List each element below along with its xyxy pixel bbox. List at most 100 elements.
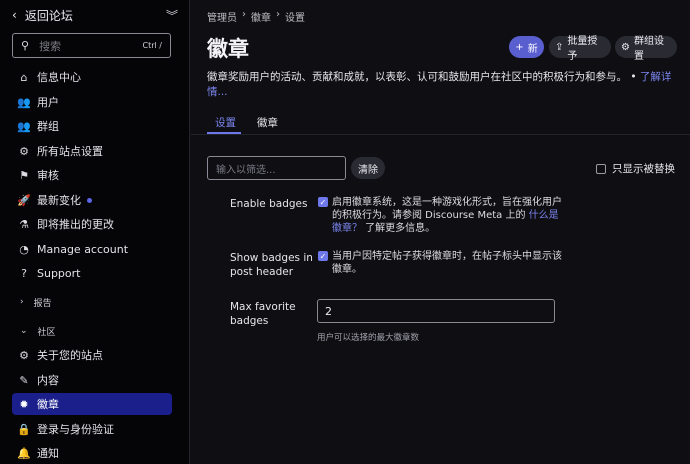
sidebar-item-label: 信息中心 xyxy=(37,71,81,84)
tab-bar: 设置 徽章 xyxy=(207,115,677,135)
bell-icon: 🔔 xyxy=(17,446,31,460)
gear-icon: ⚙ xyxy=(621,41,630,53)
only-overridden-toggle[interactable]: 只显示被替换 xyxy=(596,161,675,176)
gear-icon: ⚙ xyxy=(19,144,29,158)
group-settings-button[interactable]: ⚙ 群组设置 xyxy=(615,36,677,62)
sidebar-item-label: 徽章 xyxy=(37,398,59,411)
sidebar-item-whats-new[interactable]: 🚀 最新变化 xyxy=(12,189,172,211)
users-icon: 👥 xyxy=(17,95,31,109)
description-text: 启用徽章系统，这是一种游戏化形式，旨在强化用户的积极行为。请参阅 Discour… xyxy=(332,197,562,221)
rocket-icon: 🚀 xyxy=(17,193,31,207)
sidebar-section-community[interactable]: ⌄ 社区 xyxy=(20,323,56,339)
sidebar-item-manage-account[interactable]: ◔ Manage account xyxy=(12,238,172,260)
sidebar-item-label: 通知 xyxy=(37,447,59,460)
back-to-forum-label: 返回论坛 xyxy=(24,8,73,23)
pencil-icon: ✎ xyxy=(19,373,29,387)
setting-label-max-favorite-badges: Max favorite badges xyxy=(230,301,296,327)
breadcrumb-badges[interactable]: 徽章 xyxy=(251,9,271,24)
upload-icon: ⇪ xyxy=(555,41,564,53)
show-badges-post-header-checkbox[interactable]: ✓ xyxy=(318,251,328,261)
sidebar-item-label: 群组 xyxy=(37,120,59,133)
sidebar-section-reports[interactable]: › 报告 xyxy=(20,294,52,310)
tab-divider xyxy=(191,134,690,135)
chevron-down-icon: ⌄ xyxy=(20,326,28,336)
breadcrumb-admin[interactable]: 管理员 xyxy=(207,9,237,24)
sidebar-item-users[interactable]: 👥 用户 xyxy=(12,91,172,113)
breadcrumb-settings: 设置 xyxy=(285,13,305,24)
filter-placeholder: 输入以筛选... xyxy=(216,164,276,176)
sidebar-item-label: 最新变化 xyxy=(37,194,81,207)
breadcrumb: 管理员 › 徽章 › 设置 xyxy=(207,9,305,24)
search-placeholder: 搜索 xyxy=(39,39,62,53)
tab-badges[interactable]: 徽章 xyxy=(257,115,278,130)
setting-label-enable-badges: Enable badges xyxy=(230,198,308,210)
back-to-forum-link[interactable]: ‹ 返回论坛 xyxy=(12,7,73,24)
setting-label-show-badges-post-header: Show badges in post header xyxy=(230,252,313,278)
new-badge-label: 新 xyxy=(527,43,538,55)
bulk-award-label: 批量授予 xyxy=(567,36,598,62)
sidebar-item-label: 内容 xyxy=(37,374,59,387)
sidebar-item-label: 用户 xyxy=(37,96,59,109)
page-title: 徽章 xyxy=(207,37,249,61)
sidebar-item-upcoming-changes[interactable]: ⚗ 即将推出的更改 xyxy=(12,213,172,235)
sidebar-item-login-auth[interactable]: 🔒 登录与身份验证 xyxy=(12,418,172,440)
main-content: 管理员 › 徽章 › 设置 徽章 + 新 ⇪ 批量授予 ⚙ 群组设置 徽章奖励用… xyxy=(191,0,690,464)
new-badge-button[interactable]: + 新 xyxy=(509,36,544,58)
section-label: 社区 xyxy=(37,327,56,338)
sidebar-item-label: 即将推出的更改 xyxy=(37,218,114,231)
flask-icon: ⚗ xyxy=(19,217,29,231)
description-text: 徽章奖励用户的活动、贡献和成就，以表彰、认可和鼓励用户在社区中的积极行为和参与。 xyxy=(207,71,627,83)
double-chevron-down-icon[interactable]: ︾ xyxy=(166,7,178,24)
search-icon: ⚲ xyxy=(21,39,30,52)
sidebar-item-support[interactable]: ? Support xyxy=(12,262,172,284)
only-overridden-label: 只显示被替换 xyxy=(612,163,675,175)
sidebar-header: ‹ 返回论坛 ︾ xyxy=(0,0,190,30)
page-description: 徽章奖励用户的活动、贡献和成就，以表彰、认可和鼓励用户在社区中的积极行为和参与。… xyxy=(207,70,677,100)
bullet: • xyxy=(630,71,640,83)
enable-badges-description: 启用徽章系统，这是一种游戏化形式，旨在强化用户的积极行为。请参阅 Discour… xyxy=(332,196,562,235)
sidebar-item-label: 审核 xyxy=(37,169,59,182)
sidebar-item-dashboard[interactable]: ⌂ 信息中心 xyxy=(12,66,172,88)
show-badges-post-header-description: 当用户因特定帖子获得徽章时，在帖子标头中显示该徽章。 xyxy=(332,251,562,275)
gear-icon: ⚙ xyxy=(19,348,29,362)
sidebar-item-label: 关于您的站点 xyxy=(37,349,103,362)
description-text: 了解更多信息。 xyxy=(362,223,436,234)
max-favorite-badges-hint: 用户可以选择的最大徽章数 xyxy=(317,333,420,343)
section-label: 报告 xyxy=(33,298,52,309)
sidebar-item-label: Support xyxy=(37,266,81,280)
search-shortcut-hint: Ctrl / xyxy=(142,41,162,50)
breadcrumb-separator: › xyxy=(242,9,246,20)
badge-icon: ✹ xyxy=(19,397,29,411)
sidebar-search-input[interactable]: ⚲ 搜索 Ctrl / xyxy=(12,33,171,58)
bulk-award-button[interactable]: ⇪ 批量授予 xyxy=(549,36,611,62)
sidebar-item-label: 登录与身份验证 xyxy=(37,423,114,436)
chevron-right-icon: › xyxy=(20,297,24,307)
chevron-left-icon: ‹ xyxy=(12,8,17,22)
flag-icon: ⚑ xyxy=(19,168,29,182)
gauge-icon: ◔ xyxy=(19,242,29,256)
enable-badges-checkbox[interactable]: ✓ xyxy=(318,197,328,207)
plus-icon: + xyxy=(515,41,524,53)
groups-icon: 👥 xyxy=(17,119,31,133)
home-icon: ⌂ xyxy=(20,70,28,84)
sidebar-item-about-site[interactable]: ⚙ 关于您的站点 xyxy=(12,344,172,366)
tab-settings[interactable]: 设置 xyxy=(215,115,236,130)
only-overridden-checkbox[interactable] xyxy=(596,163,606,174)
admin-sidebar: ‹ 返回论坛 ︾ ⚲ 搜索 Ctrl / ⌂ 信息中心 👥 用户 👥 群组 ⚙ … xyxy=(0,0,190,464)
max-favorite-badges-input[interactable]: 2 xyxy=(317,299,555,323)
sidebar-item-all-site-settings[interactable]: ⚙ 所有站点设置 xyxy=(12,140,172,162)
max-favorite-badges-value: 2 xyxy=(325,304,332,318)
group-settings-label: 群组设置 xyxy=(633,36,664,62)
sidebar-item-groups[interactable]: 👥 群组 xyxy=(12,115,172,137)
clear-filter-label: 清除 xyxy=(358,164,378,176)
lock-icon: 🔒 xyxy=(17,422,31,436)
sidebar-item-review[interactable]: ⚑ 审核 xyxy=(12,164,172,186)
sidebar-item-badges[interactable]: ✹ 徽章 xyxy=(12,393,172,415)
breadcrumb-separator: › xyxy=(276,9,280,20)
sidebar-item-label: 所有站点设置 xyxy=(37,145,103,158)
clear-filter-button[interactable]: 清除 xyxy=(351,157,385,179)
question-icon: ? xyxy=(21,266,27,280)
settings-filter-input[interactable]: 输入以筛选... xyxy=(207,156,346,180)
sidebar-item-content[interactable]: ✎ 内容 xyxy=(12,369,172,391)
sidebar-item-notifications[interactable]: 🔔 通知 xyxy=(12,442,172,464)
